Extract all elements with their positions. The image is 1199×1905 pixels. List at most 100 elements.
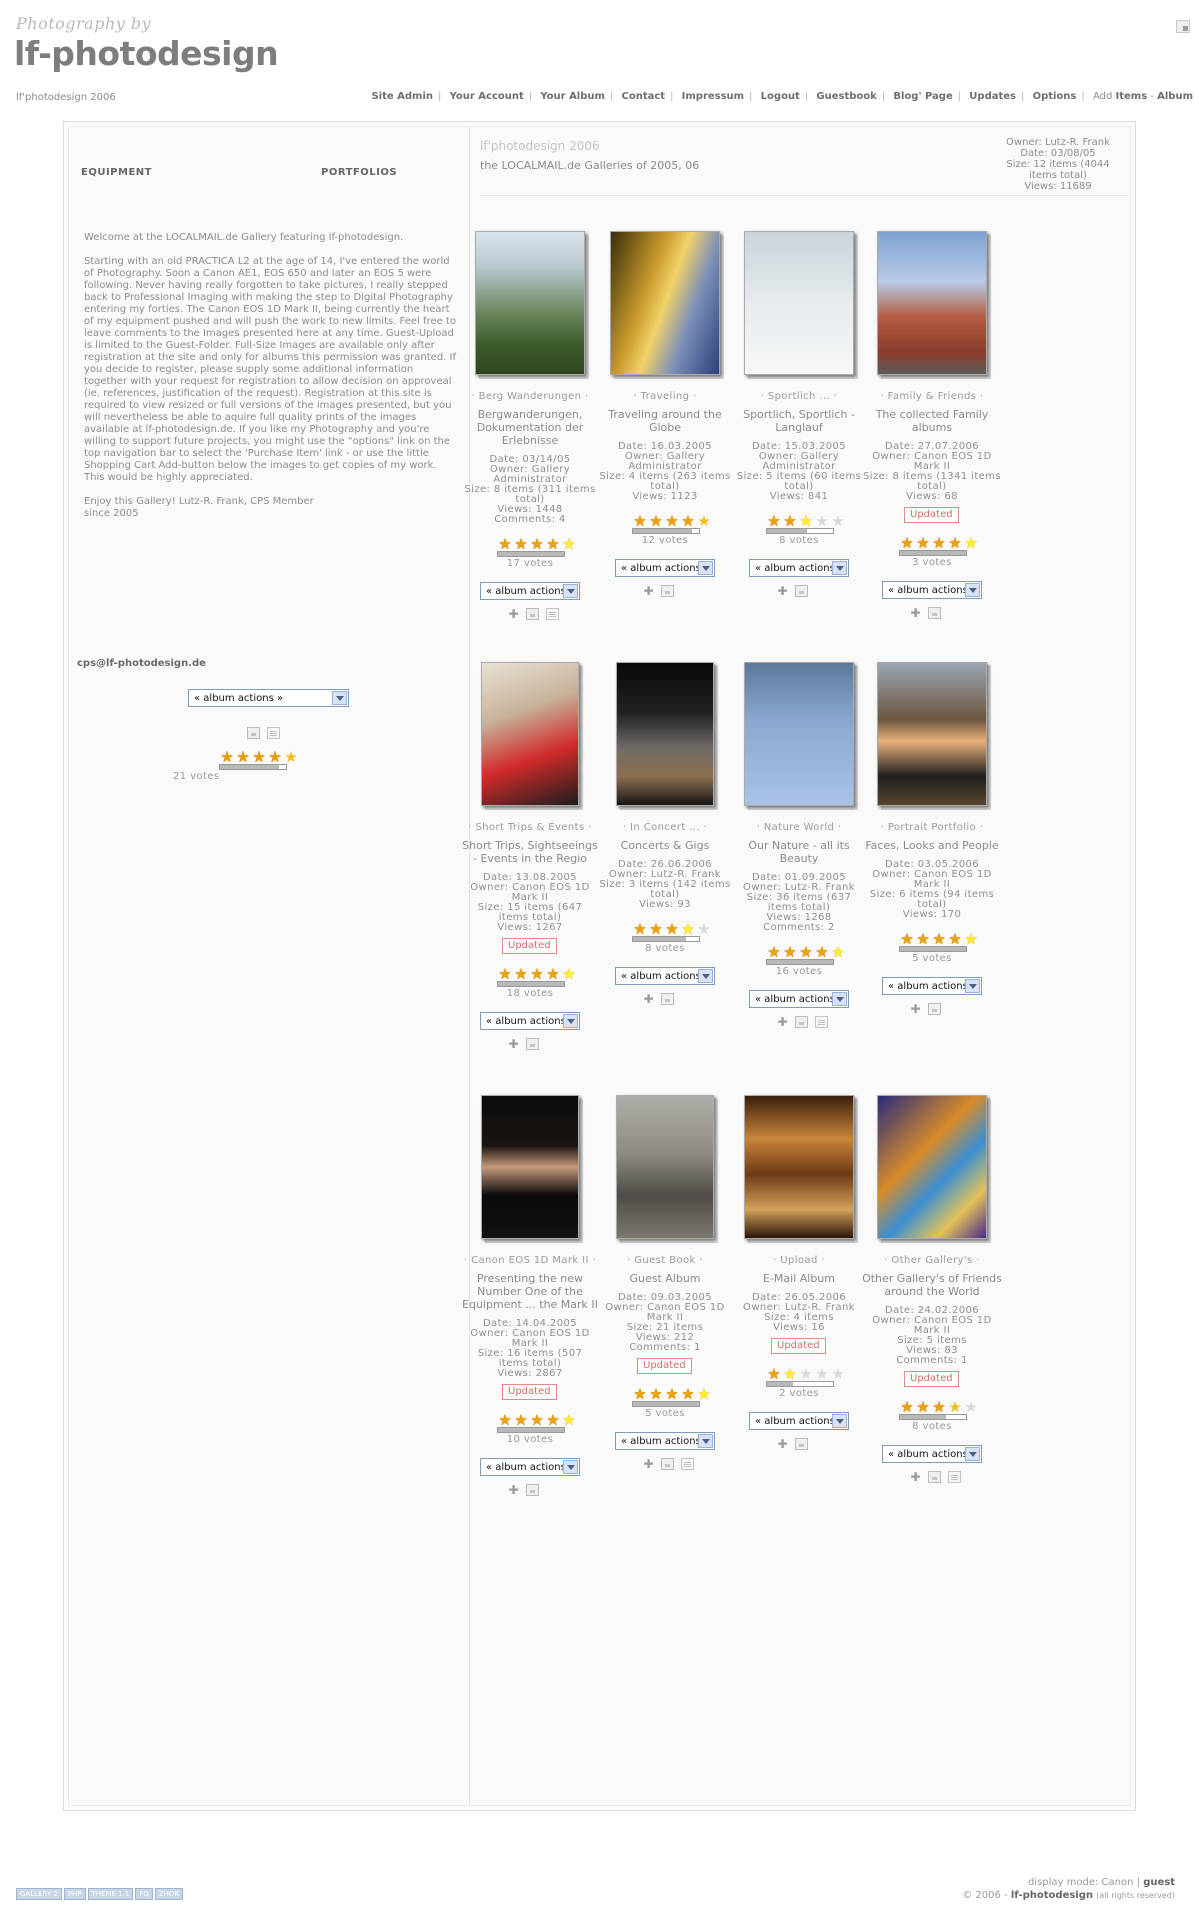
add-to-cart-icon[interactable]: ✚ bbox=[507, 1038, 520, 1050]
document-icon[interactable] bbox=[681, 1458, 694, 1470]
album-actions-select[interactable]: « album actions » bbox=[749, 1412, 849, 1430]
star-icon[interactable]: ★ bbox=[915, 931, 931, 947]
star-icon[interactable]: ★ bbox=[696, 921, 712, 937]
star-icon[interactable]: ★ bbox=[545, 966, 561, 982]
album-actions-select[interactable]: « album actions » bbox=[615, 1432, 715, 1450]
star-icon[interactable]: ★ bbox=[963, 535, 979, 551]
site-logo[interactable]: lf-photodesign bbox=[14, 34, 279, 73]
album-actions-select[interactable]: « album actions » bbox=[615, 967, 715, 985]
footer-badge[interactable]: FQ bbox=[135, 1888, 153, 1900]
album-category[interactable]: · Family & Friends · bbox=[852, 391, 1012, 402]
album-thumbnail[interactable] bbox=[481, 662, 579, 806]
add-to-cart-icon[interactable]: ✚ bbox=[909, 607, 922, 619]
star-icon[interactable]: ★ bbox=[513, 966, 529, 982]
star-icon[interactable]: ★ bbox=[283, 749, 299, 765]
album-thumbnail[interactable] bbox=[877, 662, 987, 806]
nav-your-album[interactable]: Your Album bbox=[540, 91, 605, 102]
add-to-cart-icon[interactable]: ✚ bbox=[642, 585, 655, 597]
footer-badge[interactable]: ZHOK bbox=[154, 1888, 184, 1900]
equipment-heading[interactable]: EQUIPMENT bbox=[81, 167, 152, 178]
star-icon[interactable]: ★ bbox=[497, 966, 513, 982]
album-thumbnail[interactable] bbox=[744, 662, 854, 806]
star-icon[interactable]: ★ bbox=[782, 513, 798, 529]
star-icon[interactable]: ★ bbox=[235, 749, 251, 765]
star-icon[interactable]: ★ bbox=[963, 1399, 979, 1415]
star-icon[interactable]: ★ bbox=[267, 749, 283, 765]
star-icon[interactable]: ★ bbox=[931, 535, 947, 551]
star-icon[interactable]: ★ bbox=[561, 966, 577, 982]
album-thumbnail[interactable] bbox=[744, 231, 854, 375]
star-icon[interactable]: ★ bbox=[664, 1386, 680, 1402]
star-icon[interactable]: ★ bbox=[632, 1386, 648, 1402]
album-thumbnail[interactable] bbox=[877, 1095, 987, 1239]
view-image-icon[interactable] bbox=[661, 993, 674, 1005]
view-image-icon[interactable] bbox=[795, 1438, 808, 1450]
star-icon[interactable]: ★ bbox=[648, 1386, 664, 1402]
star-icon[interactable]: ★ bbox=[545, 536, 561, 552]
footer-brand[interactable]: lf-photodesign bbox=[1011, 1890, 1093, 1901]
star-icon[interactable]: ★ bbox=[664, 921, 680, 937]
star-icon[interactable]: ★ bbox=[798, 944, 814, 960]
document-icon[interactable] bbox=[267, 727, 280, 739]
star-icon[interactable]: ★ bbox=[931, 1399, 947, 1415]
star-icon[interactable]: ★ bbox=[632, 921, 648, 937]
add-to-cart-icon[interactable]: ✚ bbox=[507, 608, 520, 620]
footer-badge[interactable]: GALLERY 2 bbox=[16, 1888, 62, 1900]
nav-impressum[interactable]: Impressum bbox=[682, 91, 744, 102]
star-icon[interactable]: ★ bbox=[664, 513, 680, 529]
star-icon[interactable]: ★ bbox=[814, 513, 830, 529]
add-to-cart-icon[interactable]: ✚ bbox=[642, 1458, 655, 1470]
footer-badge[interactable]: PHP bbox=[63, 1888, 86, 1900]
album-category[interactable]: · Other Gallery's · bbox=[852, 1255, 1012, 1266]
star-icon[interactable]: ★ bbox=[648, 513, 664, 529]
root-album-actions-select[interactable]: « album actions » bbox=[188, 689, 349, 707]
document-icon[interactable] bbox=[948, 1471, 961, 1483]
view-image-icon[interactable] bbox=[661, 585, 674, 597]
star-icon[interactable]: ★ bbox=[947, 931, 963, 947]
album-thumbnail[interactable] bbox=[481, 1095, 579, 1239]
add-to-cart-icon[interactable]: ✚ bbox=[776, 1438, 789, 1450]
star-icon[interactable]: ★ bbox=[696, 513, 712, 529]
star-icon[interactable]: ★ bbox=[766, 944, 782, 960]
star-icon[interactable]: ★ bbox=[830, 513, 846, 529]
portfolios-heading[interactable]: PORTFOLIOS bbox=[321, 167, 397, 178]
view-image-icon[interactable] bbox=[795, 1016, 808, 1028]
nav-options[interactable]: Options bbox=[1033, 91, 1077, 102]
star-icon[interactable]: ★ bbox=[680, 921, 696, 937]
star-icon[interactable]: ★ bbox=[814, 944, 830, 960]
add-to-cart-icon[interactable]: ✚ bbox=[642, 993, 655, 1005]
add-to-cart-icon[interactable]: ✚ bbox=[776, 1016, 789, 1028]
album-thumbnail[interactable] bbox=[616, 1095, 714, 1239]
nav-blog-page[interactable]: Blog' Page bbox=[893, 91, 952, 102]
star-icon[interactable]: ★ bbox=[899, 535, 915, 551]
view-image-icon[interactable] bbox=[526, 1484, 539, 1496]
album-actions-select[interactable]: « album actions » bbox=[749, 559, 849, 577]
star-icon[interactable]: ★ bbox=[947, 1399, 963, 1415]
star-icon[interactable]: ★ bbox=[798, 513, 814, 529]
star-icon[interactable]: ★ bbox=[782, 944, 798, 960]
album-thumbnail[interactable] bbox=[610, 231, 720, 375]
star-icon[interactable]: ★ bbox=[680, 1386, 696, 1402]
view-image-icon[interactable] bbox=[928, 1003, 941, 1015]
star-icon[interactable]: ★ bbox=[513, 536, 529, 552]
nav-your-account[interactable]: Your Account bbox=[450, 91, 524, 102]
star-icon[interactable]: ★ bbox=[931, 931, 947, 947]
star-icon[interactable]: ★ bbox=[561, 1412, 577, 1428]
display-mode-value[interactable]: Canon bbox=[1102, 1877, 1134, 1888]
album-actions-select[interactable]: « album actions » bbox=[882, 1445, 982, 1463]
album-actions-select[interactable]: « album actions » bbox=[480, 582, 580, 600]
star-icon[interactable]: ★ bbox=[529, 536, 545, 552]
star-icon[interactable]: ★ bbox=[497, 536, 513, 552]
star-icon[interactable]: ★ bbox=[899, 931, 915, 947]
star-icon[interactable]: ★ bbox=[529, 1412, 545, 1428]
album-actions-select[interactable]: « album actions » bbox=[882, 581, 982, 599]
album-actions-select[interactable]: « album actions » bbox=[615, 559, 715, 577]
nav-logout[interactable]: Logout bbox=[761, 91, 800, 102]
view-image-icon[interactable] bbox=[661, 1458, 674, 1470]
current-user[interactable]: guest bbox=[1143, 1877, 1175, 1888]
star-icon[interactable]: ★ bbox=[947, 535, 963, 551]
album-actions-select[interactable]: « album actions » bbox=[882, 977, 982, 995]
view-image-icon[interactable] bbox=[928, 607, 941, 619]
star-icon[interactable]: ★ bbox=[899, 1399, 915, 1415]
contact-email[interactable]: cps@lf-photodesign.de bbox=[77, 658, 206, 669]
